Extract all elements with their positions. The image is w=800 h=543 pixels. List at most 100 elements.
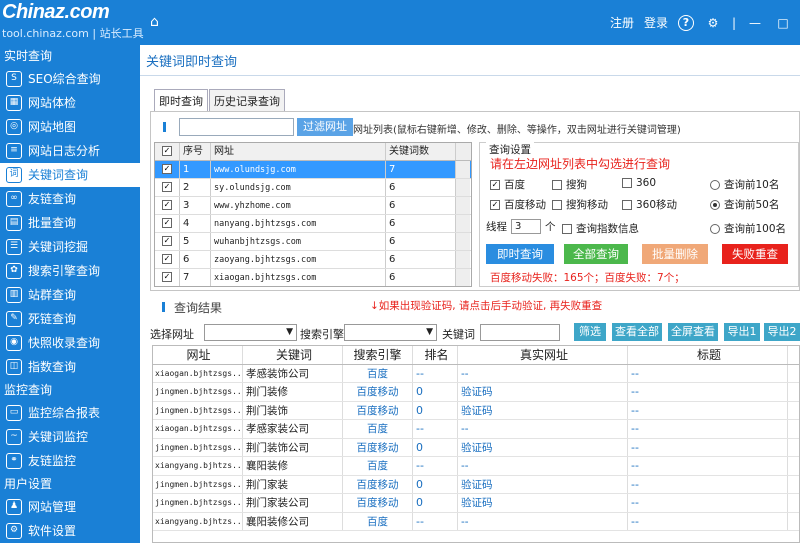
site-select[interactable]: ▼ xyxy=(204,324,297,341)
restore-icon[interactable]: □ xyxy=(774,14,792,32)
results-table-row[interactable]: xiangyang.bjhtzs... 襄阳装修公司 百度 -- -- -- xyxy=(153,512,799,531)
results-table-row[interactable]: jingmen.bjhtzsgs... 荆门装饰公司 百度移动 0 验证码 -- xyxy=(153,438,799,457)
result-real-url[interactable]: 验证码 xyxy=(458,383,628,401)
radio[interactable] xyxy=(710,199,720,210)
checkbox[interactable] xyxy=(622,199,632,210)
result-real-url[interactable]: -- xyxy=(458,512,628,530)
checkbox[interactable] xyxy=(552,199,562,210)
sidebar-item[interactable]: ▥ 站群查询 xyxy=(0,283,140,307)
sidebar-item[interactable]: ◎ 网站地图 xyxy=(0,115,140,139)
fail-retry-button[interactable]: 失败重查 xyxy=(722,244,788,264)
filter-url-button[interactable]: 过滤网址 xyxy=(297,118,353,136)
row-checkbox[interactable]: ✓ xyxy=(162,254,172,264)
export1-button[interactable]: 导出1 xyxy=(724,323,760,341)
filter-button[interactable]: 筛选 xyxy=(574,323,606,341)
range-top100-option[interactable]: 查询前100名 xyxy=(710,221,786,236)
row-checkbox[interactable]: ✓ xyxy=(162,200,172,210)
tab-instant-query[interactable]: 即时查询 xyxy=(154,89,208,112)
sidebar-item[interactable]: ≡ 网站日志分析 xyxy=(0,139,140,163)
results-table-row[interactable]: xiangyang.bjhtzs... 襄阳装修 百度 -- -- -- xyxy=(153,457,799,476)
results-table-row[interactable]: xiaogan.bjhtzsgs... 孝感家装公司 百度 -- -- -- xyxy=(153,420,799,439)
sidebar-item[interactable]: ◫ 指数查询 xyxy=(0,355,140,379)
fullscreen-button[interactable]: 全屏查看 xyxy=(668,323,718,341)
checkbox[interactable] xyxy=(562,223,572,234)
url-table-row[interactable]: ✓ 7 xiaogan.bjhtzsgs.com 6 xyxy=(155,269,471,286)
engine-baidu-option[interactable]: ✓ 百度 xyxy=(490,177,525,192)
engine-360-mobile-option[interactable]: 360移动 xyxy=(622,197,677,212)
results-table-row[interactable]: xiaogan.bjhtzsgs... 孝感装饰公司 百度 -- -- -- xyxy=(153,364,799,383)
query-now-button[interactable]: 即时查询 xyxy=(486,244,554,264)
result-real-url[interactable]: -- xyxy=(458,420,628,438)
url-table-row[interactable]: ✓ 3 www.yhzhome.com 6 xyxy=(155,197,471,215)
sidebar-item[interactable]: 词关键词查询 xyxy=(0,163,140,187)
sidebar-item[interactable]: ♟ 网站管理 xyxy=(0,495,140,519)
range-top10-option[interactable]: 查询前10名 xyxy=(710,177,779,192)
sidebar-item[interactable]: ∞ 友链查询 xyxy=(0,187,140,211)
results-table-row[interactable]: jingmen.bjhtzsgs... 荆门装饰 百度移动 0 验证码 -- xyxy=(153,401,799,420)
scrollbar-track[interactable] xyxy=(456,179,470,196)
url-filter-input[interactable] xyxy=(179,118,294,136)
engine-select[interactable]: ▼ xyxy=(344,324,437,341)
sidebar-item[interactable]: ▭ 监控综合报表 xyxy=(0,401,140,425)
batch-delete-button[interactable]: 批量删除 xyxy=(642,244,708,264)
select-all-checkbox[interactable]: ✓ xyxy=(162,146,172,156)
row-checkbox[interactable]: ✓ xyxy=(162,164,172,174)
result-real-url[interactable]: 验证码 xyxy=(458,438,628,456)
row-checkbox[interactable]: ✓ xyxy=(162,272,172,282)
sidebar-item[interactable]: ✿ 搜索引擎查询 xyxy=(0,259,140,283)
sidebar-item[interactable]: ✎ 死链查询 xyxy=(0,307,140,331)
sidebar-item[interactable]: ☰ 关键词挖掘 xyxy=(0,235,140,259)
sidebar-item[interactable]: ~ 关键词监控 xyxy=(0,425,140,449)
scrollbar-track[interactable] xyxy=(456,269,470,286)
query-all-button[interactable]: 全部查询 xyxy=(564,244,628,264)
home-icon[interactable]: ⌂ xyxy=(150,14,164,30)
tab-history-query[interactable]: 历史记录查询 xyxy=(209,89,285,112)
url-table-row[interactable]: ✓ 6 zaoyang.bjhtzsgs.com 6 xyxy=(155,251,471,269)
index-info-option[interactable]: 查询指数信息 xyxy=(562,221,639,236)
engine-sogou-option[interactable]: 搜狗 xyxy=(552,177,587,192)
result-real-url[interactable]: 验证码 xyxy=(458,494,628,512)
help-icon[interactable]: ? xyxy=(678,14,694,31)
results-table-row[interactable]: jingmen.bjhtzsgs... 荆门家装 百度移动 0 验证码 -- xyxy=(153,475,799,494)
row-checkbox[interactable]: ✓ xyxy=(162,236,172,246)
engine-360-option[interactable]: 360 xyxy=(622,177,656,189)
login-link[interactable]: 登录 xyxy=(644,14,668,31)
checkbox[interactable]: ✓ xyxy=(490,179,500,190)
minimize-icon[interactable]: — xyxy=(746,14,764,32)
results-table-row[interactable]: jingmen.bjhtzsgs... 荆门家装公司 百度移动 0 验证码 -- xyxy=(153,494,799,513)
scrollbar-track[interactable] xyxy=(456,197,470,214)
sidebar-item[interactable]: S SEO综合查询 xyxy=(0,67,140,91)
engine-baidu-mobile-option[interactable]: ✓ 百度移动 xyxy=(490,197,546,212)
row-checkbox[interactable]: ✓ xyxy=(162,182,172,192)
url-table-row[interactable]: ✓ 2 sy.olundsjg.com 6 xyxy=(155,179,471,197)
keyword-filter-input[interactable] xyxy=(480,324,560,341)
result-real-url[interactable]: -- xyxy=(458,457,628,475)
scrollbar-track[interactable] xyxy=(456,233,470,250)
result-real-url[interactable]: -- xyxy=(458,364,628,382)
scrollbar[interactable] xyxy=(456,143,470,160)
thread-spinner[interactable]: 3 xyxy=(511,219,541,234)
range-top50-option[interactable]: 查询前50名 xyxy=(710,197,779,212)
result-real-url[interactable]: 验证码 xyxy=(458,401,628,419)
scrollbar-track[interactable] xyxy=(456,215,470,232)
sidebar-item[interactable]: ⚙ 软件设置 xyxy=(0,519,140,543)
sidebar-item[interactable]: ◉ 快照收录查询 xyxy=(0,331,140,355)
url-table-row[interactable]: ✓ 4 nanyang.bjhtzsgs.com 6 xyxy=(155,215,471,233)
export2-button[interactable]: 导出2 xyxy=(764,323,800,341)
sidebar-item[interactable]: ▤ 批量查询 xyxy=(0,211,140,235)
sidebar-item[interactable]: ⚭ 友链监控 xyxy=(0,449,140,473)
view-all-button[interactable]: 查看全部 xyxy=(612,323,662,341)
results-table-row[interactable]: jingmen.bjhtzsgs... 荆门装修 百度移动 0 验证码 -- xyxy=(153,383,799,402)
row-checkbox[interactable]: ✓ xyxy=(162,218,172,228)
url-table-row[interactable]: ✓ 5 wuhanbjhtzsgs.com 6 xyxy=(155,233,471,251)
settings-gear-icon[interactable]: ⚙ xyxy=(704,14,722,32)
radio[interactable] xyxy=(710,179,720,190)
radio[interactable] xyxy=(710,223,720,234)
scrollbar-track[interactable] xyxy=(456,161,470,178)
checkbox[interactable] xyxy=(552,179,562,190)
url-table-row[interactable]: ✓ 1 www.olundsjg.com 7 xyxy=(155,161,471,179)
checkbox[interactable]: ✓ xyxy=(490,199,500,210)
engine-sogou-mobile-option[interactable]: 搜狗移动 xyxy=(552,197,608,212)
checkbox[interactable] xyxy=(622,178,632,188)
result-real-url[interactable]: 验证码 xyxy=(458,475,628,493)
